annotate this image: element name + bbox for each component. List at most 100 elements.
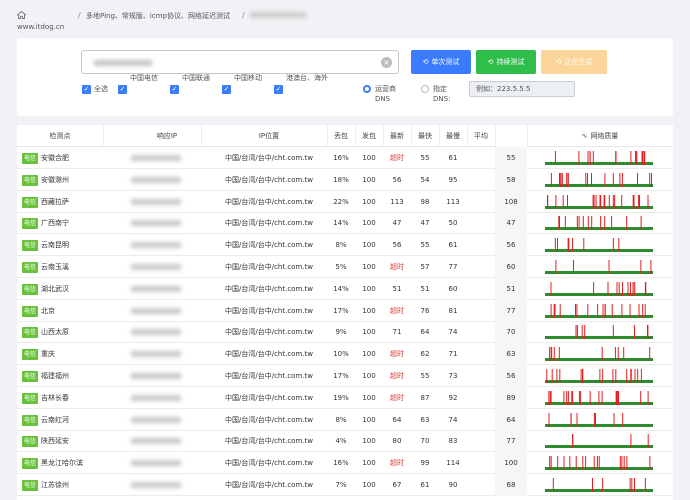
table-row[interactable]: 电信 吉林长春 中国/台湾/台中/cht.com.tw 19% 100 超时 87 92 89 bbox=[17, 386, 673, 409]
table-row[interactable]: 电信 江苏徐州 中国/台湾/台中/cht.com.tw 7% 100 67 61 90 68 bbox=[17, 474, 673, 496]
table-row[interactable]: 电信 重庆 中国/台湾/台中/cht.com.tw 10% 100 超时 62 71 63 bbox=[17, 343, 673, 366]
loss-tick bbox=[615, 151, 617, 165]
cell-avg: 60 bbox=[506, 263, 516, 271]
clear-icon[interactable]: × bbox=[381, 57, 392, 68]
cell-loss: 17% bbox=[333, 372, 349, 380]
loss-tick bbox=[604, 172, 606, 187]
cell-slow: 114 bbox=[446, 459, 460, 468]
cell-loss: 10% bbox=[333, 350, 349, 359]
single-test-button[interactable]: ⟲ 单次测试 bbox=[411, 50, 471, 74]
loss-tick bbox=[593, 456, 595, 471]
quality-sparkline bbox=[545, 281, 653, 296]
cell-sent: 100 bbox=[362, 306, 376, 315]
home-icon[interactable] bbox=[17, 11, 26, 19]
loss-tick bbox=[644, 151, 646, 165]
cell-loc: 中国/台湾/台中/cht.com.tw bbox=[225, 197, 313, 206]
cell-latest: 47 bbox=[392, 219, 402, 228]
loss-tick bbox=[548, 412, 550, 427]
loss-tick bbox=[567, 238, 569, 253]
loss-tick bbox=[637, 369, 639, 383]
quality-sparkline bbox=[545, 369, 653, 383]
checkbox-telecom[interactable]: ✓ bbox=[118, 85, 127, 94]
breadcrumb-target-redacted bbox=[250, 12, 306, 18]
node-name: 吉林长春 bbox=[41, 393, 69, 402]
cell-fast: 64 bbox=[420, 328, 430, 337]
table-row[interactable]: 电信 云南昆明 中国/台湾/台中/cht.com.tw 8% 100 56 55 61 56 bbox=[17, 234, 673, 257]
breadcrumb-current: 多地Ping、常规版、icmp协议、网络延迟测试 bbox=[86, 12, 230, 20]
cell-loc: 中国/台湾/台中/cht.com.tw bbox=[225, 372, 313, 380]
table-row[interactable]: 电信 山西太原 中国/台湾/台中/cht.com.tw 9% 100 71 64 74 70 bbox=[17, 321, 673, 344]
column-header: ∿ 网络质量 bbox=[527, 125, 673, 147]
loss-tick bbox=[575, 456, 577, 471]
checkbox-mobile[interactable]: ✓ bbox=[222, 85, 231, 94]
cell-avg: 89 bbox=[506, 393, 516, 402]
table-row[interactable]: 电信 安徽合肥 中国/台湾/台中/cht.com.tw 16% 100 超时 55 61 55 bbox=[17, 147, 673, 169]
dns-input[interactable]: 例如：223.5.5.5 bbox=[469, 81, 575, 97]
table-row[interactable]: 电信 云南红河 中国/台湾/台中/cht.com.tw 8% 100 64 63 74 64 bbox=[17, 408, 673, 431]
table-row[interactable]: 电信 北京 中国/台湾/台中/cht.com.tw 17% 100 超时 76 81 77 bbox=[17, 299, 673, 322]
loss-tick bbox=[561, 172, 563, 187]
isp-badge: 电信 bbox=[22, 283, 38, 295]
cell-latest: 超时 bbox=[390, 372, 404, 380]
cell-slow: 90 bbox=[448, 481, 458, 489]
loss-tick bbox=[608, 194, 610, 209]
loss-tick bbox=[559, 303, 561, 318]
cell-sent: 100 bbox=[362, 284, 376, 293]
cell-latest: 超时 bbox=[390, 350, 404, 359]
refresh-icon: ⟲ bbox=[487, 58, 494, 66]
loss-tick bbox=[549, 456, 551, 471]
site-link[interactable]: www.itdog.cn bbox=[17, 23, 64, 31]
loss-tick bbox=[549, 347, 551, 362]
table-row[interactable]: 电信 广西南宁 中国/台湾/台中/cht.com.tw 14% 100 47 47 50 47 bbox=[17, 212, 673, 235]
target-value-redacted bbox=[94, 60, 152, 66]
loss-tick bbox=[551, 369, 553, 383]
column-header: 最新 bbox=[383, 125, 411, 147]
isp-badge: 电信 bbox=[22, 458, 38, 470]
table-row[interactable]: 电信 陕西延安 中国/台湾/台中/cht.com.tw 4% 100 80 70 83 77 bbox=[17, 430, 673, 453]
cell-avg: 58 bbox=[506, 175, 516, 184]
cell-latest: 超时 bbox=[390, 306, 404, 315]
loss-tick bbox=[570, 412, 572, 427]
radio-custom-dns-label: 指定DNS: bbox=[433, 85, 451, 103]
quality-sparkline bbox=[545, 303, 653, 318]
radio-custom-dns[interactable] bbox=[421, 85, 429, 93]
cell-slow: 81 bbox=[448, 306, 458, 315]
target-input[interactable]: × bbox=[81, 50, 399, 74]
table-row[interactable]: 电信 黑龙江哈尔滨 中国/台湾/台中/cht.com.tw 16% 100 超时 99 114… bbox=[17, 452, 673, 475]
checkbox-overseas[interactable]: ✓ bbox=[274, 85, 283, 94]
cell-loc: 中国/台湾/台中/cht.com.tw bbox=[225, 328, 313, 337]
table-row[interactable]: 电信 云南玉溪 中国/台湾/台中/cht.com.tw 5% 100 超时 57 77 60 bbox=[17, 256, 673, 278]
node-name: 湖北武汉 bbox=[41, 284, 69, 293]
loss-tick bbox=[634, 478, 635, 492]
isp-badge: 电信 bbox=[22, 480, 38, 491]
table-row[interactable]: 电信 湖北武汉 中国/台湾/台中/cht.com.tw 14% 100 51 51 60 51 bbox=[17, 277, 673, 300]
cell-fast: 70 bbox=[420, 437, 430, 446]
table-row[interactable]: 电信 安徽滁州 中国/台湾/台中/cht.com.tw 18% 100 56 54 95 58 bbox=[17, 168, 673, 191]
loss-tick bbox=[608, 260, 610, 274]
loss-tick bbox=[555, 194, 557, 209]
response-ip-redacted bbox=[131, 351, 181, 358]
loss-tick bbox=[598, 390, 600, 405]
cell-avg: 100 bbox=[504, 459, 518, 468]
loss-tick bbox=[647, 194, 649, 209]
checkbox-unicom[interactable]: ✓ bbox=[170, 85, 179, 94]
generating-button[interactable]: ⟲ 正在生成 bbox=[541, 50, 607, 74]
sparkline-baseline bbox=[545, 423, 653, 427]
loss-tick bbox=[575, 303, 576, 318]
radio-isp-dns[interactable] bbox=[363, 85, 371, 93]
cell-fast: 55 bbox=[420, 241, 430, 250]
loss-tick bbox=[647, 325, 649, 340]
cell-fast: 98 bbox=[420, 197, 430, 206]
loss-tick bbox=[627, 281, 629, 296]
cell-loss: 14% bbox=[333, 219, 349, 228]
loss-tick bbox=[601, 390, 603, 405]
checkbox-all[interactable]: ✓ bbox=[82, 85, 91, 94]
loss-tick bbox=[626, 216, 628, 231]
continuous-test-button[interactable]: ⟲ 持续测试 bbox=[476, 50, 536, 74]
cell-fast: 57 bbox=[420, 263, 430, 271]
loss-tick bbox=[598, 456, 600, 471]
cell-avg: 77 bbox=[506, 437, 516, 446]
table-row[interactable]: 电信 西藏拉萨 中国/台湾/台中/cht.com.tw 22% 100 113 98 113 1… bbox=[17, 190, 673, 213]
table-row[interactable]: 电信 福建福州 中国/台湾/台中/cht.com.tw 17% 100 超时 55 73 56 bbox=[17, 365, 673, 387]
loss-tick bbox=[585, 456, 587, 471]
